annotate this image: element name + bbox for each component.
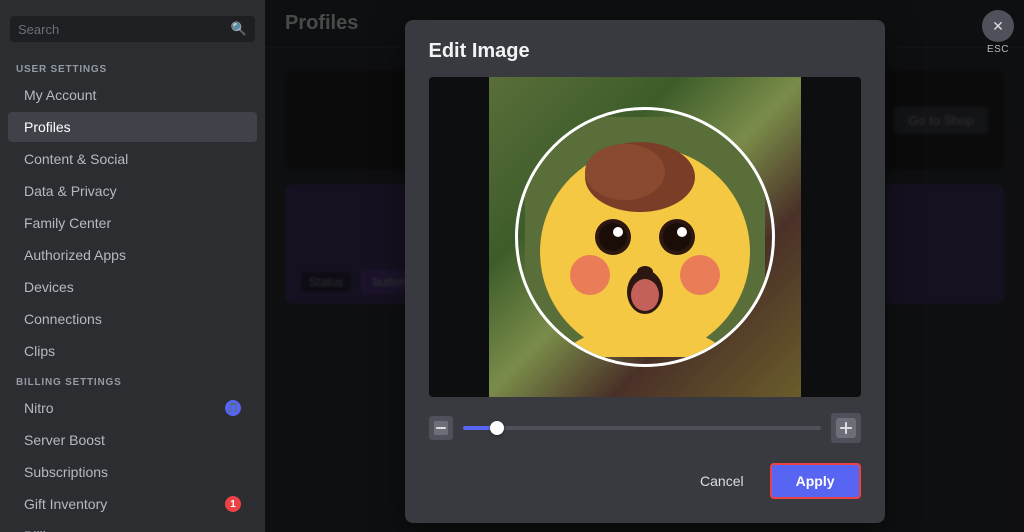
zoom-out-icon bbox=[429, 416, 453, 440]
pikachu-image bbox=[525, 117, 765, 357]
user-settings-section-label: USER SETTINGS bbox=[0, 54, 265, 79]
sidebar-item-profiles[interactable]: Profiles bbox=[8, 112, 257, 142]
circle-crop bbox=[515, 107, 775, 367]
sidebar-item-family-center[interactable]: Family Center bbox=[8, 208, 257, 238]
close-icon: ✕ bbox=[982, 10, 1014, 42]
nitro-badge: 🎵 bbox=[225, 400, 241, 416]
sidebar-item-clips[interactable]: Clips bbox=[8, 336, 257, 366]
search-input[interactable] bbox=[18, 22, 225, 37]
sidebar-item-billing[interactable]: Billing bbox=[8, 521, 257, 532]
modal-title: Edit Image bbox=[429, 40, 861, 63]
right-dark-panel bbox=[801, 77, 861, 397]
esc-label: ESC bbox=[987, 44, 1009, 55]
zoom-slider-area bbox=[429, 413, 861, 443]
sidebar-item-connections[interactable]: Connections bbox=[8, 304, 257, 334]
sidebar-item-authorized-apps[interactable]: Authorized Apps bbox=[8, 240, 257, 270]
modal-footer: Cancel Apply bbox=[429, 463, 861, 499]
image-editor[interactable] bbox=[429, 77, 861, 397]
sidebar-item-my-account[interactable]: My Account bbox=[8, 80, 257, 110]
search-bar[interactable]: 🔍 bbox=[10, 16, 255, 42]
gift-inventory-badge: 1 bbox=[225, 496, 241, 512]
apply-button[interactable]: Apply bbox=[770, 463, 861, 499]
sidebar-item-nitro[interactable]: Nitro 🎵 bbox=[8, 393, 257, 423]
image-preview-background bbox=[429, 77, 861, 397]
modal-overlay: Edit Image bbox=[265, 0, 1024, 532]
zoom-slider[interactable] bbox=[463, 426, 821, 430]
sidebar-item-content-social[interactable]: Content & Social bbox=[8, 144, 257, 174]
main-content: Profiles Go to Shop Status button ✕ ESC … bbox=[265, 0, 1024, 532]
sidebar-item-subscriptions[interactable]: Subscriptions bbox=[8, 457, 257, 487]
sidebar-item-data-privacy[interactable]: Data & Privacy bbox=[8, 176, 257, 206]
cancel-button[interactable]: Cancel bbox=[686, 465, 758, 497]
esc-button[interactable]: ✕ ESC bbox=[982, 10, 1014, 55]
sidebar-item-devices[interactable]: Devices bbox=[8, 272, 257, 302]
sidebar: 🔍 USER SETTINGS My Account Profiles Cont… bbox=[0, 0, 265, 532]
zoom-in-icon bbox=[831, 413, 861, 443]
sidebar-item-gift-inventory[interactable]: Gift Inventory 1 bbox=[8, 489, 257, 519]
search-icon: 🔍 bbox=[231, 21, 247, 37]
left-dark-panel bbox=[429, 77, 489, 397]
billing-settings-section-label: BILLING SETTINGS bbox=[0, 367, 265, 392]
sidebar-item-server-boost[interactable]: Server Boost bbox=[8, 425, 257, 455]
edit-image-modal: Edit Image bbox=[405, 20, 885, 523]
